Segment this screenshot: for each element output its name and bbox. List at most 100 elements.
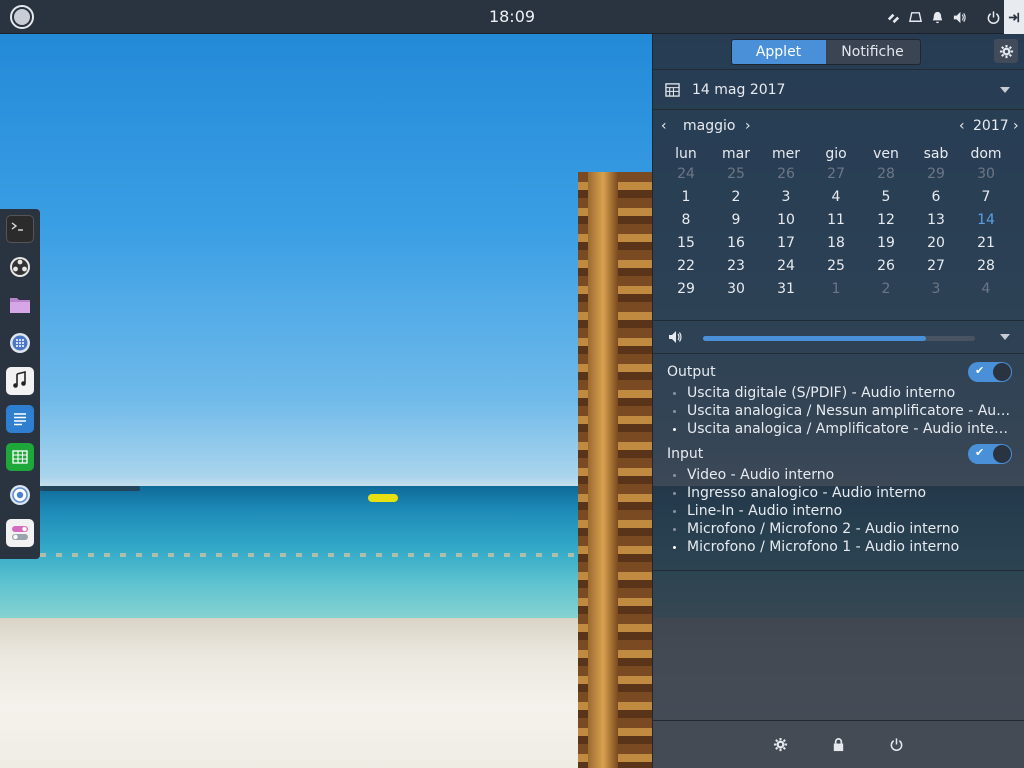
input-device-item[interactable]: Microfono / Microfono 1 - Audio interno	[667, 538, 1012, 556]
wallpaper-buoy-line	[40, 553, 600, 557]
output-device-item[interactable]: Uscita analogica / Nessun amplificatore …	[667, 402, 1012, 420]
calendar-day[interactable]: 3	[761, 189, 811, 205]
calendar-day[interactable]: 30	[711, 281, 761, 297]
calendar-day[interactable]: 30	[961, 166, 1011, 182]
calendar-day[interactable]: 22	[661, 258, 711, 274]
files-icon[interactable]	[6, 291, 34, 319]
calendar-day[interactable]: 2	[861, 281, 911, 297]
calendar-day[interactable]: 2	[711, 189, 761, 205]
input-device-item[interactable]: Microfono / Microfono 2 - Audio interno	[667, 520, 1012, 538]
calendar-header[interactable]: 14 mag 2017	[653, 70, 1024, 110]
calendar-day[interactable]: 17	[761, 235, 811, 251]
input-label: Input	[667, 446, 704, 462]
calendar-month: maggio	[683, 118, 736, 134]
calendar-day[interactable]: 8	[661, 212, 711, 228]
budgie-welcome-icon[interactable]	[6, 253, 34, 281]
settings-toggle-icon[interactable]	[6, 519, 34, 547]
calendar-day[interactable]: 9	[711, 212, 761, 228]
calendar-day[interactable]: 25	[711, 166, 761, 182]
output-device-item[interactable]: Uscita digitale (S/PDIF) - Audio interno	[667, 384, 1012, 402]
input-device-item[interactable]: Video - Audio interno	[667, 466, 1012, 484]
calendar-day[interactable]: 5	[861, 189, 911, 205]
calendar-day[interactable]: 19	[861, 235, 911, 251]
calendar-day[interactable]: 3	[911, 281, 961, 297]
lock-button[interactable]	[810, 737, 868, 752]
terminal-icon[interactable]	[6, 215, 34, 243]
menu-icon[interactable]	[10, 5, 34, 29]
calendar-day[interactable]: 14	[961, 212, 1011, 228]
calendar-day[interactable]: 4	[961, 281, 1011, 297]
chrome-icon[interactable]	[6, 481, 34, 509]
section-divider	[653, 570, 1024, 571]
calendar-day[interactable]: 1	[811, 281, 861, 297]
power-button[interactable]	[868, 737, 926, 752]
calendar-day[interactable]: 27	[911, 258, 961, 274]
calendar-day[interactable]: 25	[811, 258, 861, 274]
next-year-icon[interactable]: ›	[1013, 118, 1019, 134]
clock[interactable]: 18:09	[0, 7, 1024, 26]
bell-icon[interactable]	[926, 6, 948, 28]
calendar-day[interactable]: 29	[661, 281, 711, 297]
calendar-day[interactable]: 12	[861, 212, 911, 228]
network-icon[interactable]	[882, 6, 904, 28]
output-device-item[interactable]: Uscita analogica / Amplificatore - Audio…	[667, 420, 1012, 438]
volume-slider[interactable]	[703, 336, 975, 341]
text-editor-icon[interactable]	[6, 405, 34, 433]
dock	[0, 209, 40, 559]
calendar-day[interactable]: 18	[811, 235, 861, 251]
calendar-day[interactable]: 24	[761, 258, 811, 274]
weekday-label: lun	[675, 146, 697, 162]
weekday-label: ven	[873, 146, 899, 162]
panel-footer	[653, 720, 1024, 768]
calendar-day[interactable]: 11	[811, 212, 861, 228]
removable-drive-icon[interactable]	[904, 6, 926, 28]
app-grid-icon[interactable]	[6, 329, 34, 357]
calendar-day[interactable]: 31	[761, 281, 811, 297]
calendar-day[interactable]: 20	[911, 235, 961, 251]
volume-icon[interactable]	[948, 6, 970, 28]
tab-applet[interactable]: Applet	[731, 39, 826, 64]
calendar-day[interactable]: 6	[911, 189, 961, 205]
calendar-day[interactable]: 28	[961, 258, 1011, 274]
calendar-day[interactable]: 16	[711, 235, 761, 251]
input-device-item[interactable]: Ingresso analogico - Audio interno	[667, 484, 1012, 502]
system-tray	[882, 0, 1024, 34]
calendar-day[interactable]: 26	[861, 258, 911, 274]
calendar-day[interactable]: 7	[961, 189, 1011, 205]
chevron-down-icon[interactable]	[1000, 334, 1010, 340]
volume-control	[653, 320, 1024, 354]
calendar-day[interactable]: 4	[811, 189, 861, 205]
calendar-day[interactable]: 26	[761, 166, 811, 182]
next-month-icon[interactable]: ›	[745, 118, 751, 134]
power-icon[interactable]	[982, 6, 1004, 28]
chevron-down-icon[interactable]	[1000, 86, 1010, 93]
output-label: Output	[667, 364, 716, 380]
calendar-day[interactable]: 29	[911, 166, 961, 182]
speaker-icon[interactable]	[667, 329, 683, 345]
input-device-item[interactable]: Line-In - Audio interno	[667, 502, 1012, 520]
sidebar-toggle-icon[interactable]	[1004, 0, 1024, 34]
calendar-day[interactable]: 10	[761, 212, 811, 228]
tab-notifications[interactable]: Notifiche	[825, 39, 920, 64]
settings-button[interactable]	[752, 737, 810, 752]
calendar-day[interactable]: 28	[861, 166, 911, 182]
prev-month-icon[interactable]: ‹	[661, 118, 667, 134]
wallpaper-rattan-chair-front	[588, 172, 618, 768]
panel-tab-switcher: Applet Notifiche	[730, 38, 921, 65]
calendar-day[interactable]: 1	[661, 189, 711, 205]
calendar-day[interactable]: 13	[911, 212, 961, 228]
panel-settings-button[interactable]	[994, 39, 1018, 63]
input-toggle[interactable]: ✔	[968, 444, 1012, 464]
music-icon[interactable]	[6, 367, 34, 395]
calendar-day[interactable]: 21	[961, 235, 1011, 251]
weekday-label: mar	[722, 146, 750, 162]
prev-year-icon[interactable]: ‹	[959, 118, 965, 134]
calendar-day[interactable]: 27	[811, 166, 861, 182]
calendar-day[interactable]: 23	[711, 258, 761, 274]
spreadsheet-icon[interactable]	[6, 443, 34, 471]
calendar-day[interactable]: 24	[661, 166, 711, 182]
lock-icon	[833, 738, 844, 752]
output-toggle[interactable]: ✔	[968, 362, 1012, 382]
calendar-day[interactable]: 15	[661, 235, 711, 251]
weekday-label: mer	[771, 146, 800, 162]
